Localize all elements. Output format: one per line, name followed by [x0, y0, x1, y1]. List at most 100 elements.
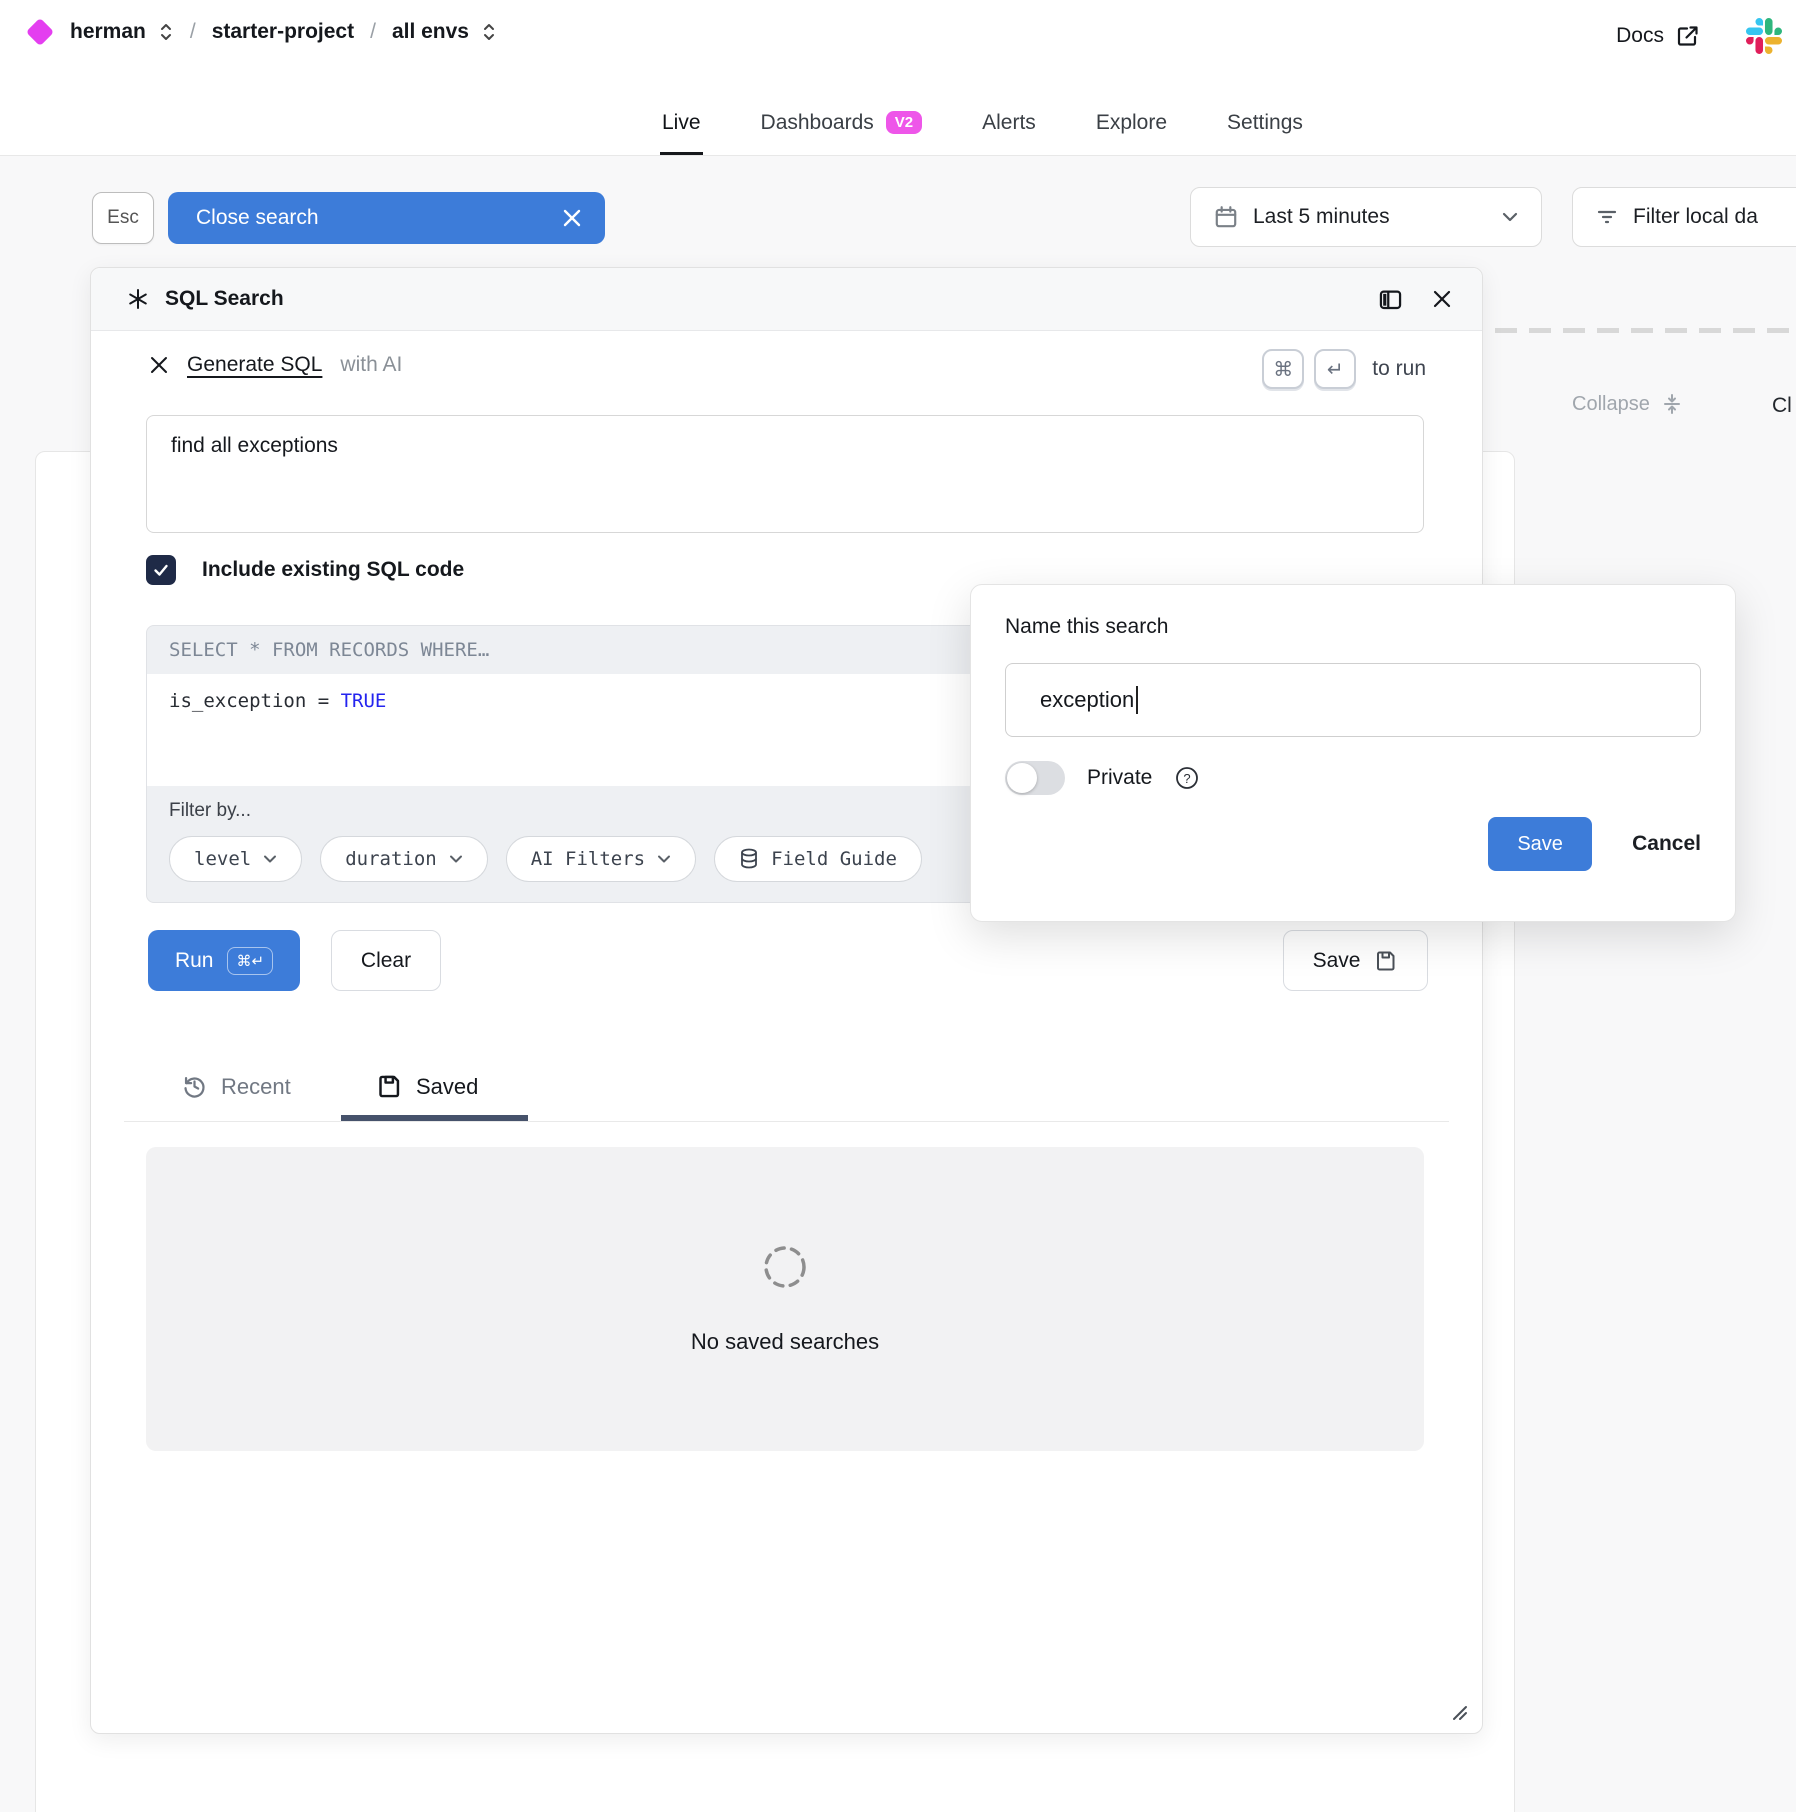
- help-glyph: ?: [1184, 771, 1191, 786]
- clear-button[interactable]: Clear: [331, 930, 441, 991]
- filter-chip-duration[interactable]: duration: [320, 836, 488, 882]
- collapse-label: Collapse: [1572, 393, 1650, 416]
- search-name-value: exception: [1040, 687, 1134, 713]
- include-sql-checkbox-row[interactable]: Include existing SQL code: [146, 555, 464, 585]
- dismiss-generate-icon[interactable]: [149, 355, 169, 375]
- breadcrumb-org[interactable]: herman: [70, 20, 146, 44]
- chevron-down-icon: [657, 854, 671, 864]
- brand-diamond-icon: [26, 18, 54, 46]
- run-shortcut-badge: ⌘↵: [227, 947, 273, 975]
- tab-settings[interactable]: Settings: [1225, 111, 1305, 155]
- text-cursor: [1136, 686, 1138, 714]
- topbar: herman / starter-project / all envs Docs: [0, 0, 1796, 156]
- help-icon[interactable]: ?: [1174, 765, 1200, 791]
- sql-panel-body: Generate SQL with AI ⌘ ↵ to run find all…: [91, 331, 1482, 1733]
- chevron-down-icon: [263, 854, 277, 864]
- command-keycap: ⌘: [1262, 349, 1304, 389]
- v2-badge: V2: [886, 111, 922, 134]
- modal-save-button[interactable]: Save: [1488, 817, 1592, 871]
- breadcrumb-project[interactable]: starter-project: [212, 20, 354, 44]
- filter-chip-duration-label: duration: [345, 848, 437, 870]
- close-icon[interactable]: [561, 207, 583, 229]
- collapse-icon: [1660, 392, 1684, 416]
- chart-dashed-line: [1495, 328, 1796, 333]
- app-root: herman / starter-project / all envs Docs: [0, 0, 1796, 1812]
- time-range-dropdown[interactable]: Last 5 minutes: [1190, 187, 1542, 247]
- tab-alerts[interactable]: Alerts: [980, 111, 1038, 155]
- dashed-spinner-icon: [761, 1243, 809, 1291]
- filter-local-label: Filter local da: [1633, 205, 1758, 229]
- generate-sql-link[interactable]: Generate SQL: [187, 353, 322, 377]
- close-search-label: Close search: [196, 206, 319, 230]
- run-label: Run: [175, 949, 214, 973]
- save-label: Save: [1313, 949, 1361, 973]
- env-sort-icon[interactable]: [481, 20, 497, 44]
- tab-saved[interactable]: Saved: [376, 1073, 478, 1100]
- panel-resize-handle[interactable]: [1450, 1703, 1468, 1721]
- collapse-control[interactable]: Collapse: [1572, 392, 1684, 416]
- docs-link[interactable]: Docs: [1616, 24, 1700, 48]
- tab-explore-label: Explore: [1096, 111, 1167, 135]
- clear-label-partial[interactable]: Cl: [1772, 394, 1792, 418]
- include-sql-checkbox[interactable]: [146, 555, 176, 585]
- private-toggle-knob: [1007, 763, 1037, 793]
- private-toggle[interactable]: [1005, 761, 1065, 795]
- tab-dashboards-label: Dashboards: [761, 111, 874, 135]
- slack-icon[interactable]: [1746, 18, 1782, 54]
- main-nav-tabs: Live Dashboards V2 Alerts Explore Settin…: [660, 111, 1305, 155]
- chevron-down-icon: [449, 854, 463, 864]
- sql-panel-title: SQL Search: [127, 287, 284, 311]
- filter-chip-ai-filters[interactable]: AI Filters: [506, 836, 696, 882]
- close-panel-icon[interactable]: [1430, 287, 1454, 311]
- tabs-divider: [124, 1121, 1449, 1122]
- search-name-input[interactable]: exception: [1005, 663, 1701, 737]
- database-icon: [739, 848, 759, 870]
- filter-local-button[interactable]: Filter local da: [1572, 187, 1796, 247]
- chevron-down-icon: [1501, 211, 1519, 223]
- run-button[interactable]: Run ⌘↵: [148, 930, 300, 991]
- filter-chip-level[interactable]: level: [169, 836, 302, 882]
- empty-state-label: No saved searches: [691, 1329, 879, 1355]
- generate-sql-suffix: with AI: [340, 353, 402, 377]
- modal-title: Name this search: [1005, 615, 1701, 639]
- tab-alerts-label: Alerts: [982, 111, 1036, 135]
- sparkle-icon: [127, 288, 149, 310]
- close-search-button[interactable]: Close search: [168, 192, 605, 244]
- tab-settings-label: Settings: [1227, 111, 1303, 135]
- modal-actions: Save Cancel: [1005, 817, 1701, 871]
- filter-chip-field-guide[interactable]: Field Guide: [714, 836, 922, 882]
- floppy-save-icon: [1374, 949, 1398, 973]
- tab-saved-label: Saved: [416, 1074, 478, 1100]
- name-search-modal: Name this search exception Private ? Sav…: [970, 584, 1736, 922]
- breadcrumb-env[interactable]: all envs: [392, 20, 469, 44]
- split-panel-icon[interactable]: [1377, 286, 1404, 313]
- breadcrumb: herman / starter-project / all envs: [30, 20, 497, 44]
- saved-searches-empty-state: No saved searches: [146, 1147, 1424, 1451]
- return-keycap: ↵: [1314, 349, 1356, 389]
- run-shortcut-hint: ⌘ ↵ to run: [1262, 349, 1426, 389]
- external-link-icon: [1676, 24, 1700, 48]
- include-sql-label: Include existing SQL code: [202, 558, 464, 582]
- history-icon: [181, 1073, 208, 1100]
- breadcrumb-separator: /: [370, 20, 376, 44]
- sql-search-panel: SQL Search: [90, 267, 1483, 1734]
- filter-icon: [1595, 205, 1619, 229]
- sql-panel-header: SQL Search: [91, 268, 1482, 331]
- ai-prompt-input[interactable]: find all exceptions: [146, 415, 1424, 533]
- tab-live[interactable]: Live: [660, 111, 703, 155]
- esc-keycap[interactable]: Esc: [92, 192, 154, 244]
- floppy-saved-icon: [376, 1073, 403, 1100]
- private-toggle-row: Private ?: [1005, 761, 1701, 795]
- docs-label: Docs: [1616, 24, 1664, 48]
- generate-sql-row: Generate SQL with AI: [149, 353, 402, 377]
- tab-explore[interactable]: Explore: [1094, 111, 1169, 155]
- tab-recent[interactable]: Recent: [181, 1073, 291, 1100]
- save-search-button[interactable]: Save: [1283, 930, 1428, 991]
- to-run-label: to run: [1372, 357, 1426, 381]
- tab-dashboards[interactable]: Dashboards V2: [759, 111, 925, 155]
- breadcrumb-separator: /: [190, 20, 196, 44]
- org-sort-icon[interactable]: [158, 20, 174, 44]
- filter-chip-level-label: level: [194, 848, 251, 870]
- private-label: Private: [1087, 766, 1152, 790]
- modal-cancel-button[interactable]: Cancel: [1632, 832, 1701, 856]
